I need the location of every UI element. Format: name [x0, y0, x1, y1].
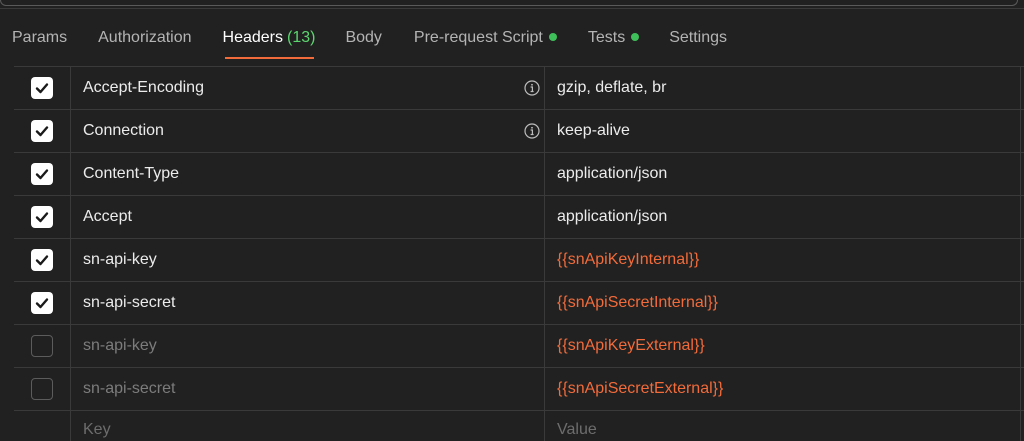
- tab-label: Headers: [222, 29, 283, 46]
- table-row: Connection keep-alive: [14, 110, 1024, 153]
- checkmark-icon: [35, 126, 49, 137]
- tab-label: Params: [12, 29, 68, 46]
- headers-table: Accept-Encoding gzip, deflate, br Connec…: [14, 66, 1024, 441]
- table-row: sn-api-secret {{snApiSecretInternal}}: [14, 282, 1024, 325]
- new-key-input[interactable]: Key: [71, 411, 545, 441]
- table-row: sn-api-secret {{snApiSecretExternal}}: [14, 368, 1024, 411]
- headers-count-badge: (13): [287, 29, 316, 46]
- tab-authorization[interactable]: Authorization: [83, 18, 207, 58]
- tab-settings[interactable]: Settings: [655, 18, 739, 58]
- request-tabs: Params Authorization Headers (13) Body Pr…: [0, 18, 1024, 60]
- key-cell[interactable]: Accept: [71, 196, 545, 238]
- checkbox-unchecked[interactable]: [31, 335, 53, 357]
- header-value: application/json: [557, 165, 668, 182]
- header-key: sn-api-secret: [83, 380, 176, 397]
- table-row: Content-Type application/json: [14, 153, 1024, 196]
- checkmark-icon: [35, 298, 49, 309]
- checkbox-checked[interactable]: [31, 249, 53, 271]
- checkbox-checked[interactable]: [31, 77, 53, 99]
- row-checkbox-cell: [14, 153, 71, 195]
- info-icon[interactable]: [524, 80, 540, 96]
- tab-body[interactable]: Body: [331, 18, 397, 58]
- value-placeholder: Value: [557, 421, 597, 438]
- new-value-input[interactable]: Value: [545, 411, 1021, 441]
- header-value-variable: {{snApiSecretExternal}}: [557, 380, 724, 397]
- header-value-variable: {{snApiKeyExternal}}: [557, 337, 705, 354]
- checkbox-checked[interactable]: [31, 120, 53, 142]
- value-cell[interactable]: {{snApiKeyInternal}}: [545, 239, 1021, 281]
- status-dot-icon: [631, 32, 640, 41]
- row-checkbox-cell: [14, 239, 71, 281]
- tab-label: Pre-request Script: [413, 29, 543, 46]
- header-key: sn-api-secret: [83, 294, 176, 311]
- tab-label: Body: [345, 29, 382, 46]
- checkbox-checked[interactable]: [31, 292, 53, 314]
- value-cell[interactable]: gzip, deflate, br: [545, 67, 1021, 109]
- value-cell[interactable]: keep-alive: [545, 110, 1021, 152]
- tab-label: Authorization: [98, 29, 192, 46]
- row-checkbox-cell: [14, 282, 71, 324]
- key-cell[interactable]: sn-api-secret: [71, 368, 545, 410]
- key-cell[interactable]: Content-Type: [71, 153, 545, 195]
- tab-label: Tests: [587, 29, 626, 46]
- row-checkbox-cell: [14, 67, 71, 109]
- tab-headers[interactable]: Headers (13): [208, 18, 332, 59]
- table-row: Accept-Encoding gzip, deflate, br: [14, 67, 1024, 110]
- header-key: Connection: [83, 122, 164, 139]
- checkmark-icon: [35, 255, 49, 266]
- table-row: sn-api-key {{snApiKeyExternal}}: [14, 325, 1024, 368]
- value-cell[interactable]: {{snApiKeyExternal}}: [545, 325, 1021, 367]
- key-cell[interactable]: Connection: [71, 110, 545, 152]
- row-checkbox-cell: [14, 368, 71, 410]
- header-value: keep-alive: [557, 122, 630, 139]
- key-cell[interactable]: sn-api-key: [71, 325, 545, 367]
- value-cell[interactable]: {{snApiSecretExternal}}: [545, 368, 1021, 410]
- header-key: Accept-Encoding: [83, 79, 204, 96]
- checkbox-checked[interactable]: [31, 163, 53, 185]
- checkmark-icon: [35, 212, 49, 223]
- tab-tests[interactable]: Tests: [573, 18, 655, 58]
- url-input-border[interactable]: [0, 0, 1018, 6]
- header-key: sn-api-key: [83, 337, 157, 354]
- status-dot-icon: [548, 32, 557, 41]
- checkbox-unchecked[interactable]: [31, 378, 53, 400]
- tab-label: Settings: [669, 29, 728, 46]
- tab-pre-request-script[interactable]: Pre-request Script: [398, 18, 573, 58]
- table-row: sn-api-key {{snApiKeyInternal}}: [14, 239, 1024, 282]
- value-cell[interactable]: application/json: [545, 196, 1021, 238]
- header-value: gzip, deflate, br: [557, 79, 667, 96]
- header-value-variable: {{snApiKeyInternal}}: [557, 251, 700, 268]
- row-checkbox-cell: [14, 325, 71, 367]
- key-cell[interactable]: sn-api-key: [71, 239, 545, 281]
- table-row: Accept application/json: [14, 196, 1024, 239]
- tab-params[interactable]: Params: [0, 18, 83, 58]
- value-cell[interactable]: {{snApiSecretInternal}}: [545, 282, 1021, 324]
- info-icon[interactable]: [524, 123, 540, 139]
- row-checkbox-cell: [14, 411, 71, 441]
- checkmark-icon: [35, 169, 49, 180]
- key-placeholder: Key: [83, 421, 111, 438]
- header-value-variable: {{snApiSecretInternal}}: [557, 294, 719, 311]
- header-value: application/json: [557, 208, 668, 225]
- url-bar-edge: [0, 0, 1024, 9]
- checkmark-icon: [35, 83, 49, 94]
- row-checkbox-cell: [14, 196, 71, 238]
- key-cell[interactable]: Accept-Encoding: [71, 67, 545, 109]
- checkbox-checked[interactable]: [31, 206, 53, 228]
- value-cell[interactable]: application/json: [545, 153, 1021, 195]
- new-header-row: Key Value: [14, 411, 1024, 441]
- header-key: Content-Type: [83, 165, 180, 182]
- key-cell[interactable]: sn-api-secret: [71, 282, 545, 324]
- header-key: Accept: [83, 208, 132, 225]
- row-checkbox-cell: [14, 110, 71, 152]
- header-key: sn-api-key: [83, 251, 157, 268]
